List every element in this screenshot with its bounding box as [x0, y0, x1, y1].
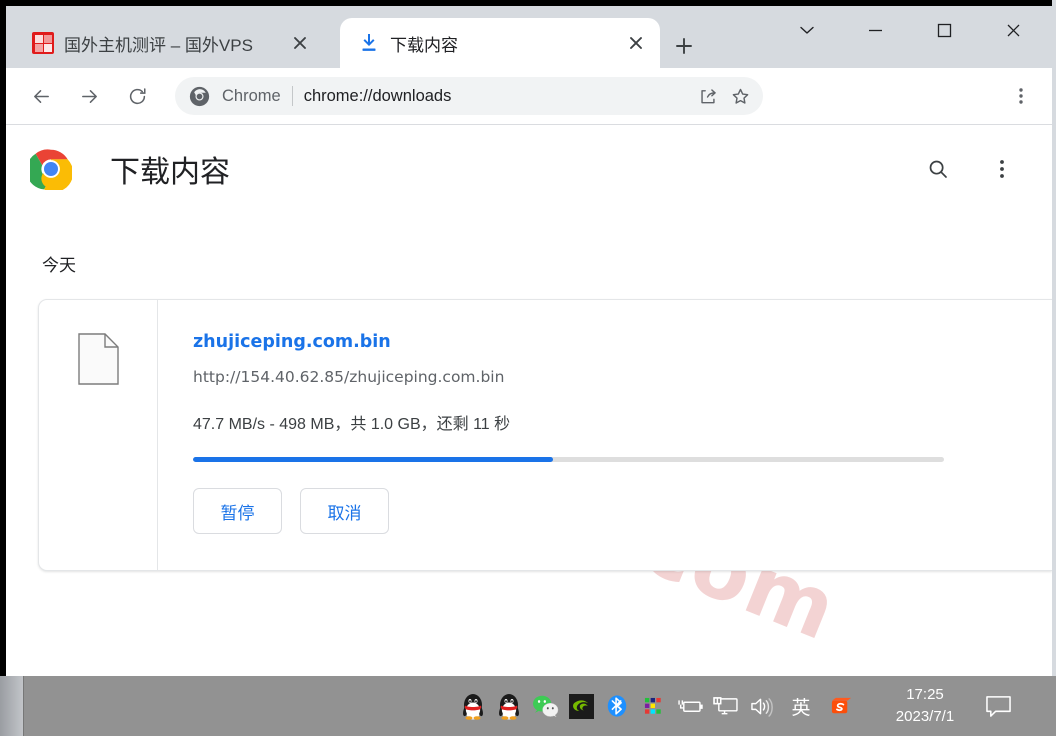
- bluetooth-icon[interactable]: [599, 676, 635, 736]
- notification-icon[interactable]: [978, 676, 1018, 736]
- display-icon[interactable]: [707, 676, 743, 736]
- qq-icon[interactable]: [455, 676, 491, 736]
- downloads-menu-icon[interactable]: [982, 149, 1022, 189]
- download-filename-link[interactable]: zhujiceping.com.bin: [193, 332, 391, 352]
- star-icon[interactable]: [725, 80, 757, 112]
- battery-charging-icon[interactable]: [671, 676, 707, 736]
- tab-close-button[interactable]: [286, 29, 314, 57]
- tab-title: 国外主机测评 – 国外VPS，国: [64, 35, 254, 55]
- system-tray: 英: [455, 676, 859, 736]
- chrome-window: 国外主机测评 – 国外VPS，国 下载内容: [0, 0, 1056, 676]
- tab-title-fade: [264, 33, 276, 53]
- qq-icon-2[interactable]: [491, 676, 527, 736]
- tab-title: 下载内容: [390, 35, 458, 55]
- taskbar-left-panel[interactable]: [0, 676, 24, 736]
- clock-time: 17:25: [906, 686, 944, 704]
- chrome-logo-icon: [26, 148, 74, 193]
- search-icon[interactable]: [918, 149, 958, 189]
- browser-toolbar: Chrome chrome://downloads: [6, 68, 1052, 124]
- downloads-header: 下载内容: [6, 125, 1052, 213]
- download-progress-bar: [193, 457, 944, 462]
- tab-hostreview[interactable]: 国外主机测评 – 国外VPS，国: [14, 18, 324, 68]
- download-details: zhujiceping.com.bin http://154.40.62.85/…: [158, 300, 1052, 570]
- date-group-label: 今天: [42, 256, 76, 275]
- volume-icon[interactable]: [743, 676, 779, 736]
- tab-strip: 国外主机测评 – 国外VPS，国 下载内容: [6, 6, 1052, 68]
- pause-button[interactable]: 暂停: [193, 488, 282, 534]
- wechat-icon[interactable]: [527, 676, 563, 736]
- ime-indicator[interactable]: 英: [779, 676, 823, 736]
- browser-menu-icon[interactable]: [1004, 79, 1038, 113]
- back-arrow-icon[interactable]: [22, 77, 60, 115]
- address-bar[interactable]: Chrome chrome://downloads: [175, 77, 763, 115]
- clock-date: 2023/7/1: [895, 708, 955, 725]
- window-right-edge: [1052, 0, 1056, 676]
- download-item: zhujiceping.com.bin http://154.40.62.85/…: [38, 299, 1052, 571]
- download-actions: 暂停 取消: [193, 488, 1052, 534]
- download-status-text: 47.7 MB/s - 498 MB，共 1.0 GB，还剩 11 秒: [193, 416, 511, 433]
- windows-taskbar: 英 17:25 2023/7/1: [0, 676, 1056, 736]
- page-title: 下载内容: [110, 156, 230, 189]
- new-tab-button[interactable]: [668, 30, 700, 62]
- tab-search-button[interactable]: [772, 6, 841, 54]
- download-progress-fill: [193, 457, 554, 462]
- tab-close-button[interactable]: [622, 29, 650, 57]
- window-controls: [772, 6, 1048, 54]
- download-source-url: http://154.40.62.85/zhujiceping.com.bin: [193, 368, 505, 386]
- screen: 国外主机测评 – 国外VPS，国 下载内容: [0, 0, 1056, 736]
- minimize-button[interactable]: [841, 6, 910, 54]
- share-icon[interactable]: [693, 80, 725, 112]
- close-button[interactable]: [979, 6, 1048, 54]
- cancel-button[interactable]: 取消: [300, 488, 389, 534]
- omnibox-url[interactable]: chrome://downloads: [304, 87, 693, 106]
- file-icon-column: [39, 300, 158, 570]
- red-seal-favicon: [32, 32, 54, 54]
- omnibox-scheme-label: Chrome: [222, 86, 281, 105]
- omnibox-separator: [291, 86, 293, 106]
- chrome-logo-icon: [189, 86, 210, 107]
- forward-arrow-icon[interactable]: [70, 77, 108, 115]
- generic-file-icon: [77, 333, 119, 385]
- downloads-page: zhujiceping.com 下载内容: [6, 125, 1052, 676]
- maximize-button[interactable]: [910, 6, 979, 54]
- color-grid-icon[interactable]: [635, 676, 671, 736]
- taskbar-clock[interactable]: 17:25 2023/7/1: [880, 676, 970, 736]
- tab-downloads[interactable]: 下载内容: [340, 18, 660, 68]
- nvidia-icon[interactable]: [563, 676, 599, 736]
- download-icon: [358, 32, 380, 54]
- reload-icon[interactable]: [118, 77, 156, 115]
- sogou-icon[interactable]: [823, 676, 859, 736]
